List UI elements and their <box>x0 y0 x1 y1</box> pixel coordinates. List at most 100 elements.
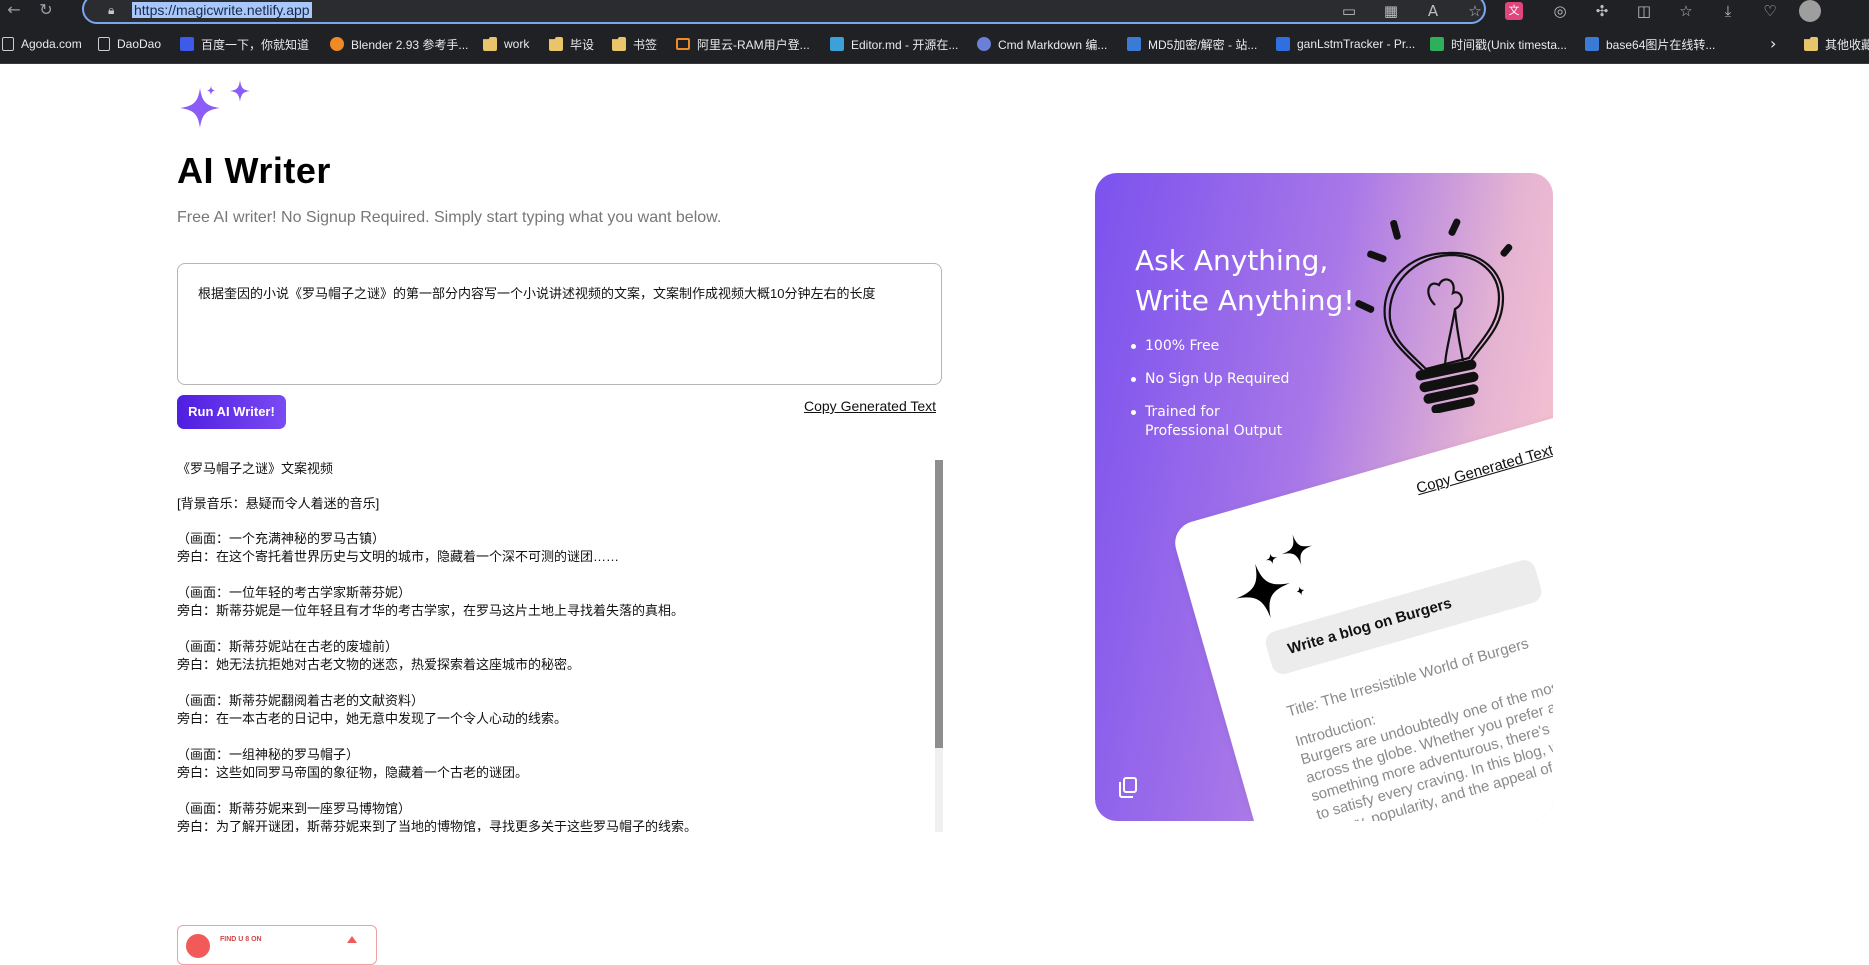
folder-icon <box>612 37 626 51</box>
read-aloud-icon[interactable]: A <box>1420 0 1446 22</box>
output-line: （画面：斯蒂芬妮来到一座罗马博物馆） <box>177 801 412 816</box>
ad-banner[interactable]: FIND U 8 ON <box>177 925 377 965</box>
bookmark-item[interactable]: base64图片在线转... <box>1585 36 1715 52</box>
output-line: 旁白：为了解开谜团，斯蒂芬妮来到了当地的博物馆，寻找更多关于这些罗马帽子的线索。 <box>177 819 698 832</box>
browser-toolbar: ← ↻ 🔒︎ https://magicwrite.netlify.app ▭ … <box>0 0 1869 24</box>
bookmark-label: 毕设 <box>570 37 595 52</box>
download-icon[interactable]: ⤓ <box>1715 0 1741 22</box>
bookmark-item[interactable]: 书签 <box>612 36 657 52</box>
bookmark-label: ganLstmTracker - Pr... <box>1297 37 1416 51</box>
bookmark-item[interactable]: 毕设 <box>549 36 594 52</box>
url-text[interactable]: https://magicwrite.netlify.app <box>132 2 312 18</box>
base64-icon <box>1585 37 1599 51</box>
timestamp-icon <box>1430 37 1444 51</box>
output-paragraph: （画面：一组神秘的罗马帽子） 旁白：这些如同罗马帝国的象征物，隐藏着一个古老的谜团… <box>177 746 937 782</box>
bookmark-item[interactable]: Cmd Markdown 编... <box>977 36 1107 52</box>
bookmark-label: work <box>504 37 530 51</box>
bookmark-item[interactable]: 阿里云-RAM用户登... <box>676 36 810 52</box>
profile-avatar[interactable] <box>1799 0 1821 22</box>
bookmark-label: Cmd Markdown 编... <box>998 37 1108 52</box>
output-line: 旁白：在一本古老的日记中，她无意中发现了一个令人心动的线索。 <box>177 711 568 726</box>
page-icon <box>2 37 14 51</box>
page-icon <box>98 37 110 51</box>
output-scrollbar-thumb[interactable] <box>935 460 943 748</box>
cast-icon[interactable]: ▭ <box>1336 0 1362 22</box>
output-paragraph: [背景音乐：悬疑而令人着迷的音乐] <box>177 495 937 513</box>
copy-generated-text-link[interactable]: Copy Generated Text <box>804 398 936 414</box>
bookmark-item[interactable]: MD5加密/解密 - 站... <box>1127 36 1257 52</box>
copy-icon <box>1119 777 1137 798</box>
hero-feature-list: 100% Free No Sign Up Required Trained fo… <box>1131 337 1295 455</box>
hero-headline: Ask Anything, Write Anything! <box>1135 241 1355 321</box>
lightbulb-icon <box>1355 218 1513 413</box>
chevron-right-icon[interactable]: › <box>1770 34 1776 53</box>
page-subtitle: Free AI writer! No Signup Required. Simp… <box>177 209 722 226</box>
blender-icon <box>330 37 344 51</box>
bookmark-item[interactable]: DaoDao <box>98 36 161 52</box>
sparkle-logo-icon <box>180 80 250 128</box>
folder-icon <box>1804 37 1818 51</box>
favorite-star-icon[interactable]: ☆ <box>1462 0 1488 22</box>
bookmark-label: 其他收藏 <box>1825 37 1869 52</box>
extensions-puzzle-icon[interactable]: ✣ <box>1589 0 1615 22</box>
health-icon[interactable]: ♡ <box>1757 0 1783 22</box>
hero-headline-line: Write Anything! <box>1135 284 1355 317</box>
on-icon <box>1276 37 1290 51</box>
baidu-icon <box>180 37 194 51</box>
page-title: AI Writer <box>177 150 331 191</box>
split-screen-icon[interactable]: ◫ <box>1631 0 1657 22</box>
hero-feature: No Sign Up Required <box>1131 370 1295 389</box>
bookmark-item[interactable]: 其他收藏 <box>1804 36 1869 52</box>
output-paragraph: （画面：一个充满神秘的罗马古镇） 旁白：在这个寄托着世界历史与文明的城市，隐藏着一… <box>177 530 937 566</box>
bookmark-item[interactable]: 百度一下，你就知道 <box>180 36 309 52</box>
output-paragraph: （画面：斯蒂芬妮翻阅着古老的文献资料） 旁白：在一本古老的日记中，她无意中发现了一… <box>177 692 937 728</box>
editormd-icon <box>830 37 844 51</box>
bookmark-item[interactable]: work <box>483 36 529 52</box>
folder-icon <box>483 37 497 51</box>
bookmark-item[interactable]: 时间戳(Unix timesta... <box>1430 36 1567 52</box>
output-line: （画面：一组神秘的罗马帽子） <box>177 747 360 762</box>
output-line: （画面：斯蒂芬妮站在古老的废墟前） <box>177 639 399 654</box>
output-paragraph: 《罗马帽子之谜》文案视频 <box>177 460 937 478</box>
bookmark-label: Agoda.com <box>21 37 82 51</box>
bookmark-label: 阿里云-RAM用户登... <box>697 37 810 52</box>
hero-feature: 100% Free <box>1131 337 1295 356</box>
lock-icon: 🔒︎ <box>108 3 115 17</box>
bookmark-item[interactable]: Blender 2.93 参考手... <box>330 36 468 52</box>
hero-headline-line: Ask Anything, <box>1135 244 1329 277</box>
bookmark-item[interactable]: Editor.md - 开源在... <box>830 36 958 52</box>
bookmark-item[interactable]: Agoda.com <box>2 36 82 52</box>
prompt-input[interactable]: 根据奎因的小说《罗马帽子之谜》的第一部分内容写一个小说讲述视频的文案，文案制作成… <box>177 263 942 385</box>
apps-icon[interactable]: ▦ <box>1378 0 1404 22</box>
bookmark-label: 书签 <box>633 37 658 52</box>
output-line: 《罗马帽子之谜》文案视频 <box>177 461 334 476</box>
hero-card: Ask Anything, Write Anything! 100% Free … <box>1095 173 1553 821</box>
bookmark-label: Editor.md - 开源在... <box>851 37 959 52</box>
output-line: （画面：一位年轻的考古学家斯蒂芬妮） <box>177 585 412 600</box>
output-line: 旁白：斯蒂芬妮是一位年轻且有才华的考古学家，在罗马这片土地上寻找着失落的真相。 <box>177 603 685 618</box>
address-bar[interactable]: 🔒︎ https://magicwrite.netlify.app <box>82 0 1486 24</box>
folder-icon <box>549 37 563 51</box>
aliyun-icon <box>676 38 690 50</box>
ad-logo-icon <box>186 934 210 958</box>
demo-copy-generated-text-link: Copy Generated Text <box>1414 441 1553 498</box>
output-line: [背景音乐：悬疑而令人着迷的音乐] <box>177 496 380 511</box>
reload-icon[interactable]: ↻ <box>32 0 60 22</box>
translate-extension-icon[interactable]: 文 <box>1505 2 1523 20</box>
run-ai-writer-button[interactable]: Run AI Writer! <box>177 395 286 429</box>
bookmark-label: Blender 2.93 参考手... <box>351 37 469 52</box>
output-paragraph: （画面：斯蒂芬妮站在古老的废墟前） 旁白：她无法抗拒她对古老文物的迷恋，热爱探索着… <box>177 638 937 674</box>
hero-feature: Trained for Professional Output <box>1131 403 1295 441</box>
bookmarks-bar: Agoda.com DaoDao 百度一下，你就知道 Blender 2.93 … <box>0 24 1869 64</box>
output-paragraph: （画面：斯蒂芬妮来到一座罗马博物馆） 旁白：为了解开谜团，斯蒂芬妮来到了当地的博物… <box>177 800 937 832</box>
md5-icon <box>1127 37 1141 51</box>
favorites-icon[interactable]: ☆ <box>1673 0 1699 22</box>
back-icon[interactable]: ← <box>0 0 28 22</box>
extension-icon[interactable]: ◎ <box>1547 0 1573 22</box>
output-paragraph: （画面：一位年轻的考古学家斯蒂芬妮） 旁白：斯蒂芬妮是一位年轻且有才华的考古学家，… <box>177 584 937 620</box>
output-line: （画面：一个充满神秘的罗马古镇） <box>177 531 386 546</box>
bookmark-label: 时间戳(Unix timesta... <box>1451 37 1568 52</box>
sparkle-icon <box>1236 534 1313 618</box>
output-line: 旁白：这些如同罗马帝国的象征物，隐藏着一个古老的谜团。 <box>177 765 529 780</box>
bookmark-item[interactable]: ganLstmTracker - Pr... <box>1276 36 1415 52</box>
